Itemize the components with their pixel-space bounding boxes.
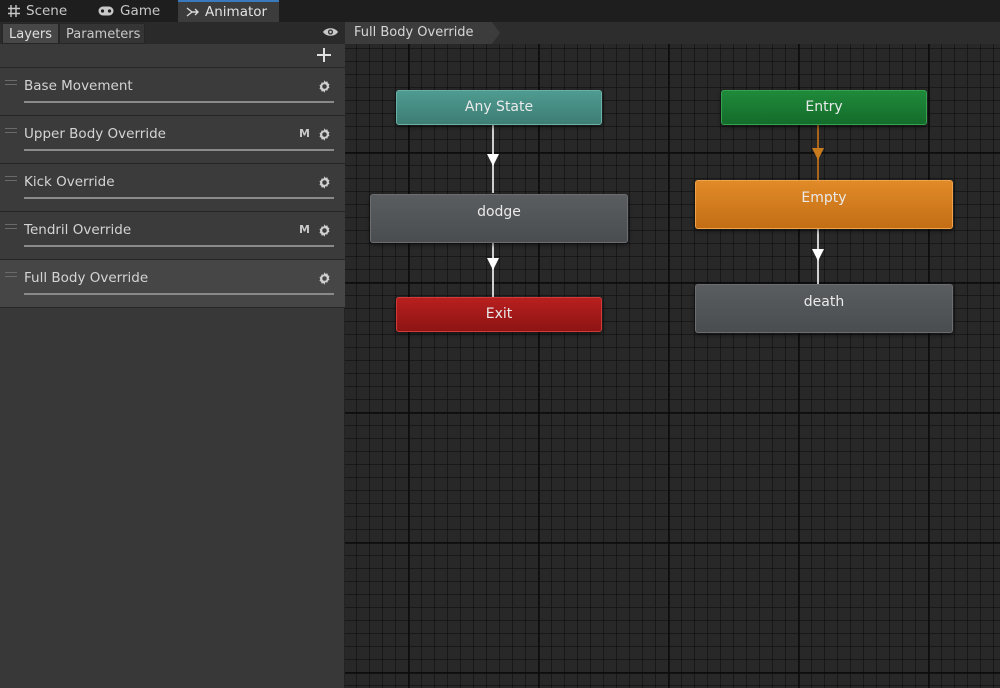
mask-badge: M xyxy=(299,127,310,140)
gear-icon[interactable] xyxy=(317,175,332,194)
entry-node[interactable]: Entry xyxy=(721,90,927,125)
grid-icon xyxy=(8,5,20,17)
layer-weight-bar[interactable] xyxy=(24,293,334,295)
gamepad-icon xyxy=(98,6,114,16)
gear-icon[interactable] xyxy=(317,127,332,146)
breadcrumb-bar: Full Body Override xyxy=(345,22,1000,44)
breadcrumb-arrow xyxy=(492,22,500,44)
drag-handle-icon[interactable] xyxy=(5,272,17,277)
tab-animator[interactable]: Animator xyxy=(178,0,279,22)
layer-name: Base Movement xyxy=(24,78,133,94)
drag-handle-icon[interactable] xyxy=(5,80,17,85)
tab-parameters[interactable]: Parameters xyxy=(59,23,145,44)
layer-weight-bar[interactable] xyxy=(24,101,334,103)
drag-handle-icon[interactable] xyxy=(5,128,17,133)
layer-tendril-override[interactable]: Tendril Override M xyxy=(0,212,345,260)
gear-icon[interactable] xyxy=(317,223,332,242)
panel-tab-bar: Layers Parameters xyxy=(0,22,345,44)
layer-name: Full Body Override xyxy=(24,270,149,286)
layer-name: Upper Body Override xyxy=(24,126,166,142)
state-node-dodge[interactable]: dodge xyxy=(370,194,628,243)
eye-icon[interactable] xyxy=(322,26,339,42)
layer-full-body-override[interactable]: Full Body Override xyxy=(0,260,345,308)
layer-name: Tendril Override xyxy=(24,222,132,238)
add-layer-row xyxy=(0,44,345,68)
layer-kick-override[interactable]: Kick Override xyxy=(0,164,345,212)
layer-weight-bar[interactable] xyxy=(24,149,334,151)
drag-handle-icon[interactable] xyxy=(5,224,17,229)
tab-scene-label: Scene xyxy=(26,3,68,19)
tab-layers[interactable]: Layers xyxy=(2,23,59,44)
tab-scene[interactable]: Scene xyxy=(0,0,90,22)
layer-base-movement[interactable]: Base Movement xyxy=(0,68,345,116)
exit-node[interactable]: Exit xyxy=(396,297,602,332)
mask-badge: M xyxy=(299,223,310,236)
window-tab-bar: Scene Game Animator xyxy=(0,0,1000,22)
layer-name: Kick Override xyxy=(24,174,115,190)
layer-weight-bar[interactable] xyxy=(24,197,334,199)
layer-weight-bar[interactable] xyxy=(24,245,334,247)
any-state-node[interactable]: Any State xyxy=(396,90,602,125)
layer-upper-body-override[interactable]: Upper Body Override M xyxy=(0,116,345,164)
drag-handle-icon[interactable] xyxy=(5,176,17,181)
layers-panel: Layers Parameters Base Movement Upper Bo… xyxy=(0,22,345,688)
gear-icon[interactable] xyxy=(317,79,332,98)
tab-game-label: Game xyxy=(120,3,161,19)
breadcrumb[interactable]: Full Body Override xyxy=(345,22,492,44)
default-state-node-empty[interactable]: Empty xyxy=(695,180,953,229)
plus-icon[interactable] xyxy=(316,47,332,67)
gear-icon[interactable] xyxy=(317,271,332,290)
tab-game[interactable]: Game xyxy=(90,0,178,22)
state-machine-graph[interactable] xyxy=(345,44,1000,688)
animator-icon xyxy=(186,6,199,18)
tab-animator-label: Animator xyxy=(205,4,268,20)
state-node-death[interactable]: death xyxy=(695,284,953,333)
